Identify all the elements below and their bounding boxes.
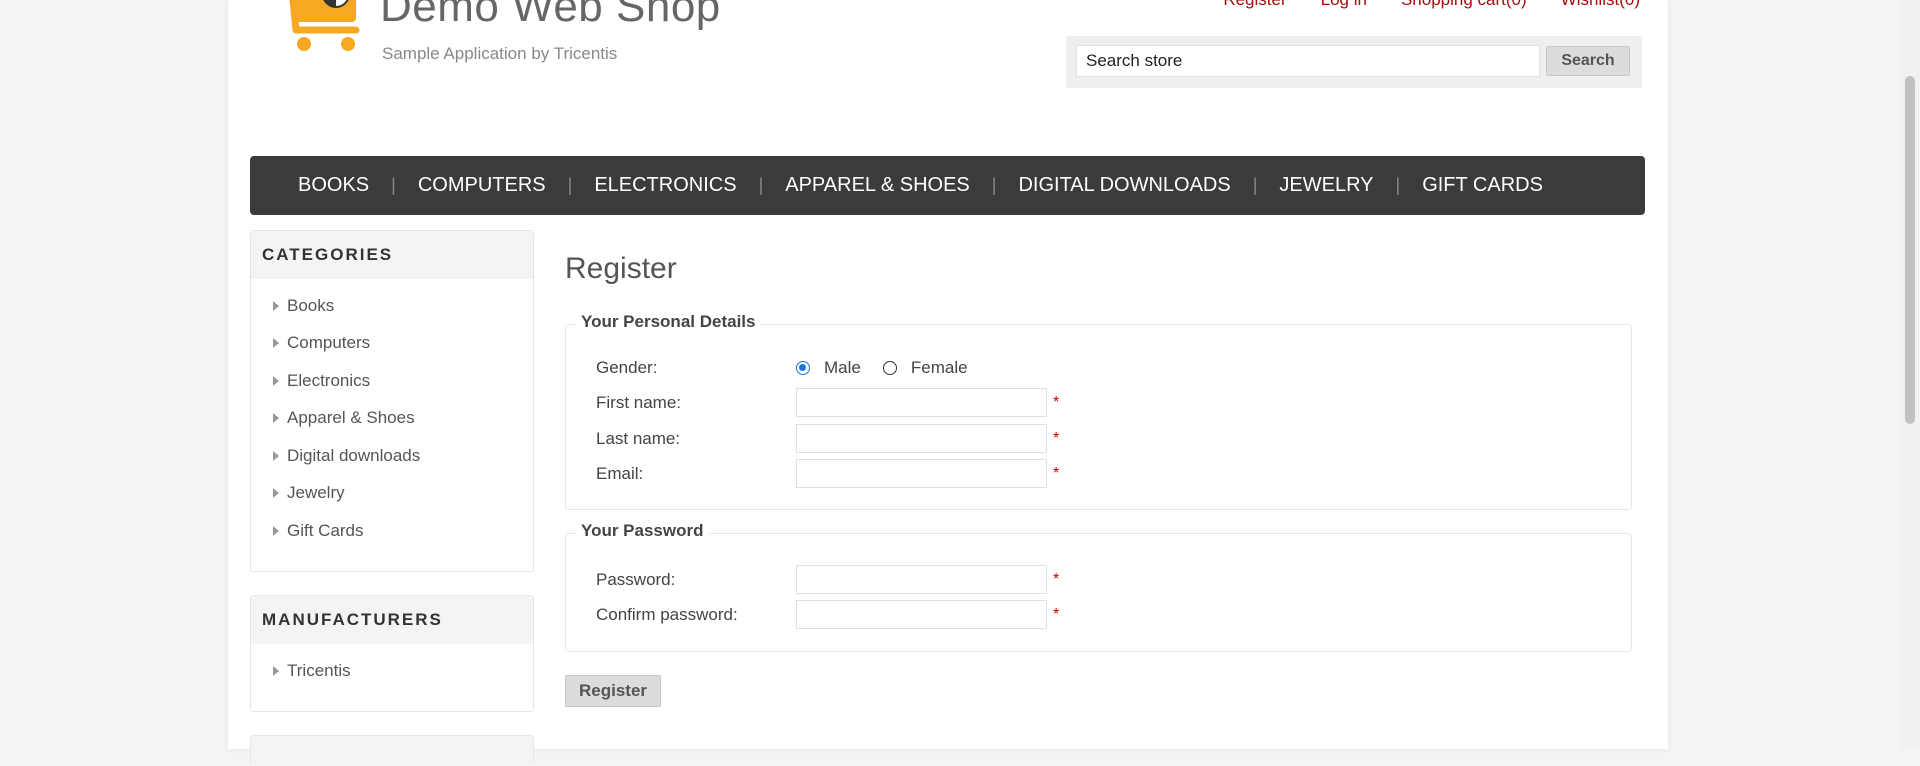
category-label: Jewelry [287, 483, 345, 503]
gender-male-radio[interactable] [796, 361, 810, 375]
manufacturers-block: MANUFACTURERS Tricentis [250, 595, 534, 712]
first-name-input[interactable] [796, 388, 1047, 417]
sidebar-next-block [250, 735, 534, 766]
header-links: Register Log in Shopping cart(0) Wishlis… [1223, 0, 1640, 10]
email-row: Email: * [596, 459, 1059, 488]
logo-subtitle: Sample Application by Tricentis [382, 44, 618, 63]
personal-details-legend: Your Personal Details [576, 312, 761, 332]
logo-title: Demo Web Shop [380, 0, 721, 31]
gender-male-label[interactable]: Male [824, 358, 861, 378]
page-scrollbar[interactable] [1900, 0, 1920, 749]
site-logo[interactable]: Demo Web Shop Sample Application by Tric… [268, 0, 720, 80]
menu-item-books[interactable]: BOOKS [276, 174, 391, 197]
category-item-electronics[interactable]: Electronics [251, 362, 533, 400]
required-marker: * [1053, 570, 1060, 588]
menu-item-electronics[interactable]: ELECTRONICS [572, 174, 758, 197]
sidebar-next-block-header [251, 736, 533, 766]
shopping-cart-link[interactable]: Shopping cart(0) [1401, 0, 1527, 10]
arrow-right-icon [273, 413, 279, 424]
last-name-label: Last name: [596, 428, 681, 448]
required-marker: * [1053, 605, 1060, 623]
first-name-row: First name: * [596, 388, 1059, 417]
menu-item-digital-downloads[interactable]: DIGITAL DOWNLOADS [996, 174, 1252, 197]
register-button[interactable]: Register [565, 675, 661, 707]
category-item-gift-cards[interactable]: Gift Cards [251, 512, 533, 550]
category-item-computers[interactable]: Computers [251, 325, 533, 363]
categories-title: CATEGORIES [251, 231, 533, 279]
categories-block: CATEGORIES Books Computers Electronics A… [250, 230, 534, 572]
register-link[interactable]: Register [1223, 0, 1286, 10]
password-fieldset: Your Password Password: * Confirm passwo… [565, 521, 1632, 652]
top-menu: BOOKS | COMPUTERS | ELECTRONICS | APPARE… [250, 156, 1645, 215]
arrow-right-icon [273, 375, 279, 386]
search-box: Search store Search [1066, 36, 1642, 88]
arrow-right-icon [273, 450, 279, 461]
login-link[interactable]: Log in [1321, 0, 1367, 10]
confirm-password-row: Confirm password: * [596, 600, 1059, 629]
email-label: Email: [596, 463, 644, 483]
menu-item-apparel-shoes[interactable]: APPAREL & SHOES [763, 174, 992, 197]
category-label: Electronics [287, 370, 371, 390]
arrow-right-icon [273, 338, 279, 349]
required-marker: * [1053, 393, 1060, 411]
manufacturer-label: Tricentis [287, 660, 351, 680]
category-item-apparel-shoes[interactable]: Apparel & Shoes [251, 400, 533, 438]
menu-item-computers[interactable]: COMPUTERS [396, 174, 568, 197]
scrollbar-thumb[interactable] [1905, 76, 1915, 424]
gender-female-label[interactable]: Female [911, 358, 968, 378]
cart-logo-icon [289, 0, 360, 51]
category-label: Digital downloads [287, 445, 421, 465]
password-row: Password: * [596, 565, 1059, 594]
arrow-right-icon [273, 300, 279, 311]
gender-row: Gender: Male Female [596, 358, 990, 378]
menu-item-jewelry[interactable]: JEWELRY [1257, 174, 1395, 197]
page-title: Register [565, 252, 677, 285]
menu-item-gift-cards[interactable]: GIFT CARDS [1400, 174, 1565, 197]
search-input[interactable]: Search store [1076, 45, 1540, 77]
wishlist-link[interactable]: Wishlist(0) [1561, 0, 1640, 10]
category-item-digital-downloads[interactable]: Digital downloads [251, 437, 533, 475]
last-name-row: Last name: * [596, 424, 1059, 453]
categories-list: Books Computers Electronics Apparel & Sh… [251, 279, 533, 550]
category-item-jewelry[interactable]: Jewelry [251, 475, 533, 513]
password-input[interactable] [796, 565, 1047, 594]
manufacturers-title: MANUFACTURERS [251, 596, 533, 644]
search-button[interactable]: Search [1546, 46, 1630, 76]
email-input[interactable] [796, 459, 1047, 488]
category-label: Books [287, 295, 335, 315]
required-marker: * [1053, 429, 1060, 447]
page-container: Demo Web Shop Sample Application by Tric… [228, 0, 1668, 766]
required-marker: * [1053, 464, 1060, 482]
last-name-input[interactable] [796, 424, 1047, 453]
confirm-password-input[interactable] [796, 600, 1047, 629]
category-label: Apparel & Shoes [287, 408, 415, 428]
arrow-right-icon [273, 665, 279, 676]
password-legend: Your Password [576, 521, 709, 541]
first-name-label: First name: [596, 392, 682, 412]
confirm-password-label: Confirm password: [596, 604, 738, 624]
password-label: Password: [596, 569, 676, 589]
manufacturer-item-tricentis[interactable]: Tricentis [251, 652, 533, 690]
arrow-right-icon [273, 488, 279, 499]
manufacturers-list: Tricentis [251, 644, 533, 690]
gender-label: Gender: [596, 358, 658, 377]
category-item-books[interactable]: Books [251, 287, 533, 325]
category-label: Gift Cards [287, 520, 364, 540]
gender-female-radio[interactable] [882, 361, 897, 375]
personal-details-fieldset: Your Personal Details Gender: Male Femal… [565, 312, 1632, 510]
category-label: Computers [287, 333, 371, 353]
arrow-right-icon [273, 525, 279, 536]
